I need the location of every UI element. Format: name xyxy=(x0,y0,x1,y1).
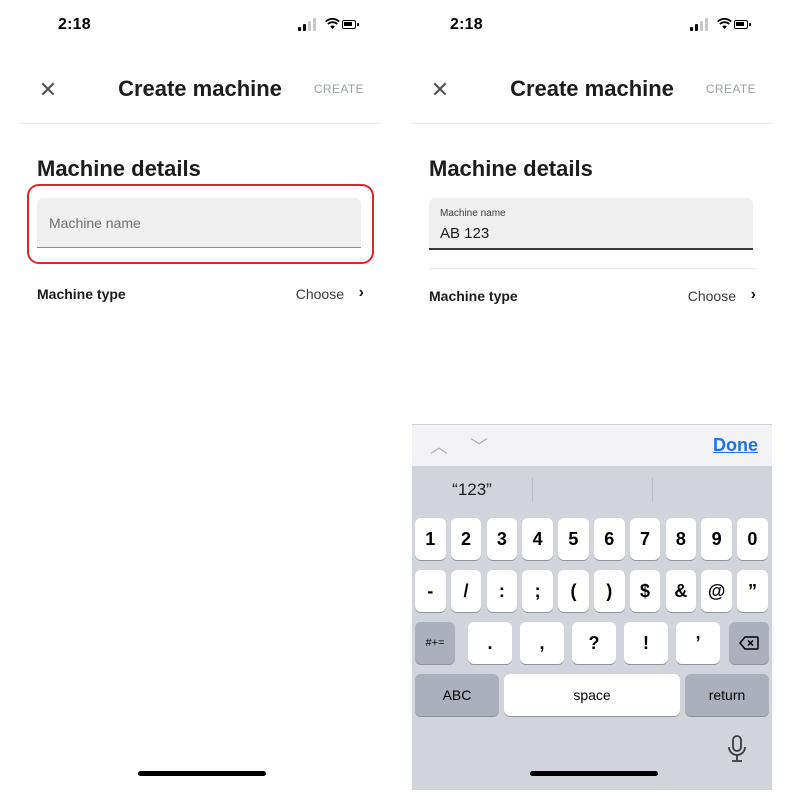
battery-icon xyxy=(734,20,751,29)
chevron-down-icon[interactable]: ﹀ xyxy=(470,433,488,459)
suggestion-bar: “123” xyxy=(412,466,772,514)
keyboard-toolbar: ︿ ﹀ Done xyxy=(412,424,772,466)
machine-type-label: Machine type xyxy=(37,286,126,302)
key-symbol[interactable]: / xyxy=(450,570,482,612)
machine-name-label: Machine name xyxy=(440,208,506,219)
key-3[interactable]: 4 xyxy=(522,518,553,560)
signal-icon xyxy=(298,27,301,31)
keyboard: “123” 1 2 3 4 5 6 7 8 9 0 - /:;() $ & @” #+=.,?!’ ABC spa… xyxy=(412,466,772,790)
key-7[interactable]: 8 xyxy=(665,518,697,560)
chevron-right-icon: › xyxy=(358,284,364,301)
machine-type-label: Machine type xyxy=(429,288,518,304)
divider xyxy=(429,268,756,269)
battery-icon xyxy=(342,20,359,29)
key-symbol[interactable]: - xyxy=(415,570,446,612)
key-symbol[interactable]: $ xyxy=(629,570,661,612)
key-8[interactable]: 9 xyxy=(701,518,732,560)
machine-name-value: AB 123 xyxy=(440,225,490,242)
choose-label: Choose xyxy=(687,288,736,304)
return-key[interactable]: return xyxy=(685,674,769,716)
create-button[interactable]: CREATE xyxy=(706,82,756,96)
key-symbol[interactable]: ; xyxy=(522,570,553,612)
key-symbol[interactable]: @ xyxy=(701,570,732,612)
key-symbol[interactable]: ( xyxy=(558,570,589,612)
key-symbol[interactable]: ” xyxy=(737,570,768,612)
wifi-icon xyxy=(717,18,732,29)
home-indicator[interactable] xyxy=(530,771,658,776)
key-symbol[interactable]: ’ xyxy=(676,622,720,664)
space-key[interactable]: space xyxy=(504,674,680,716)
status-icons xyxy=(690,17,751,33)
wifi-icon xyxy=(325,18,340,29)
more-symbols-key[interactable]: #+= xyxy=(415,622,455,664)
machine-name-input[interactable]: Machine name AB 123 xyxy=(429,198,753,250)
key-symbol[interactable]: . xyxy=(468,622,512,664)
create-machine-screen-typing: 2:18 ✕ Create machine CREATE Machine det… xyxy=(412,0,772,798)
section-title: Machine details xyxy=(37,156,201,181)
key-2[interactable]: 3 xyxy=(486,518,518,560)
done-button[interactable]: Done xyxy=(713,435,758,456)
nav-bar: ✕ Create machine CREATE xyxy=(20,62,380,124)
key-symbol[interactable]: , xyxy=(520,622,564,664)
status-bar: 2:18 xyxy=(412,0,772,50)
section-title: Machine details xyxy=(429,156,593,181)
choose-label: Choose xyxy=(295,286,344,302)
key-symbol[interactable]: ? xyxy=(572,622,616,664)
create-button[interactable]: CREATE xyxy=(314,82,364,96)
suggestion-item[interactable]: “123” xyxy=(412,480,532,500)
chevron-up-icon[interactable]: ︿ xyxy=(430,433,448,459)
delete-icon[interactable] xyxy=(729,622,769,664)
key-0[interactable]: 1 xyxy=(415,518,446,560)
microphone-icon[interactable] xyxy=(726,734,748,764)
highlight-annotation xyxy=(27,184,374,264)
key-1[interactable]: 2 xyxy=(450,518,482,560)
key-6[interactable]: 7 xyxy=(629,518,661,560)
signal-icon xyxy=(690,27,693,31)
status-time: 2:18 xyxy=(58,16,91,33)
nav-bar: ✕ Create machine CREATE xyxy=(412,62,772,124)
machine-type-row[interactable]: Machine type Choose › xyxy=(429,286,756,310)
key-4[interactable]: 5 xyxy=(558,518,589,560)
key-5[interactable]: 6 xyxy=(594,518,625,560)
key-9[interactable]: 0 xyxy=(737,518,768,560)
key-symbol[interactable]: : xyxy=(486,570,518,612)
key-symbol[interactable]: & xyxy=(665,570,697,612)
status-time: 2:18 xyxy=(450,16,483,33)
status-bar: 2:18 xyxy=(20,0,380,50)
status-icons xyxy=(298,17,359,33)
machine-type-row[interactable]: Machine type Choose › xyxy=(37,284,364,308)
key-symbol[interactable]: ! xyxy=(624,622,668,664)
home-indicator[interactable] xyxy=(138,771,266,776)
key-symbol[interactable]: ) xyxy=(594,570,625,612)
abc-key[interactable]: ABC xyxy=(415,674,499,716)
chevron-right-icon: › xyxy=(750,286,756,303)
create-machine-screen-empty: 2:18 ✕ Create machine CREATE Machine det… xyxy=(20,0,380,798)
